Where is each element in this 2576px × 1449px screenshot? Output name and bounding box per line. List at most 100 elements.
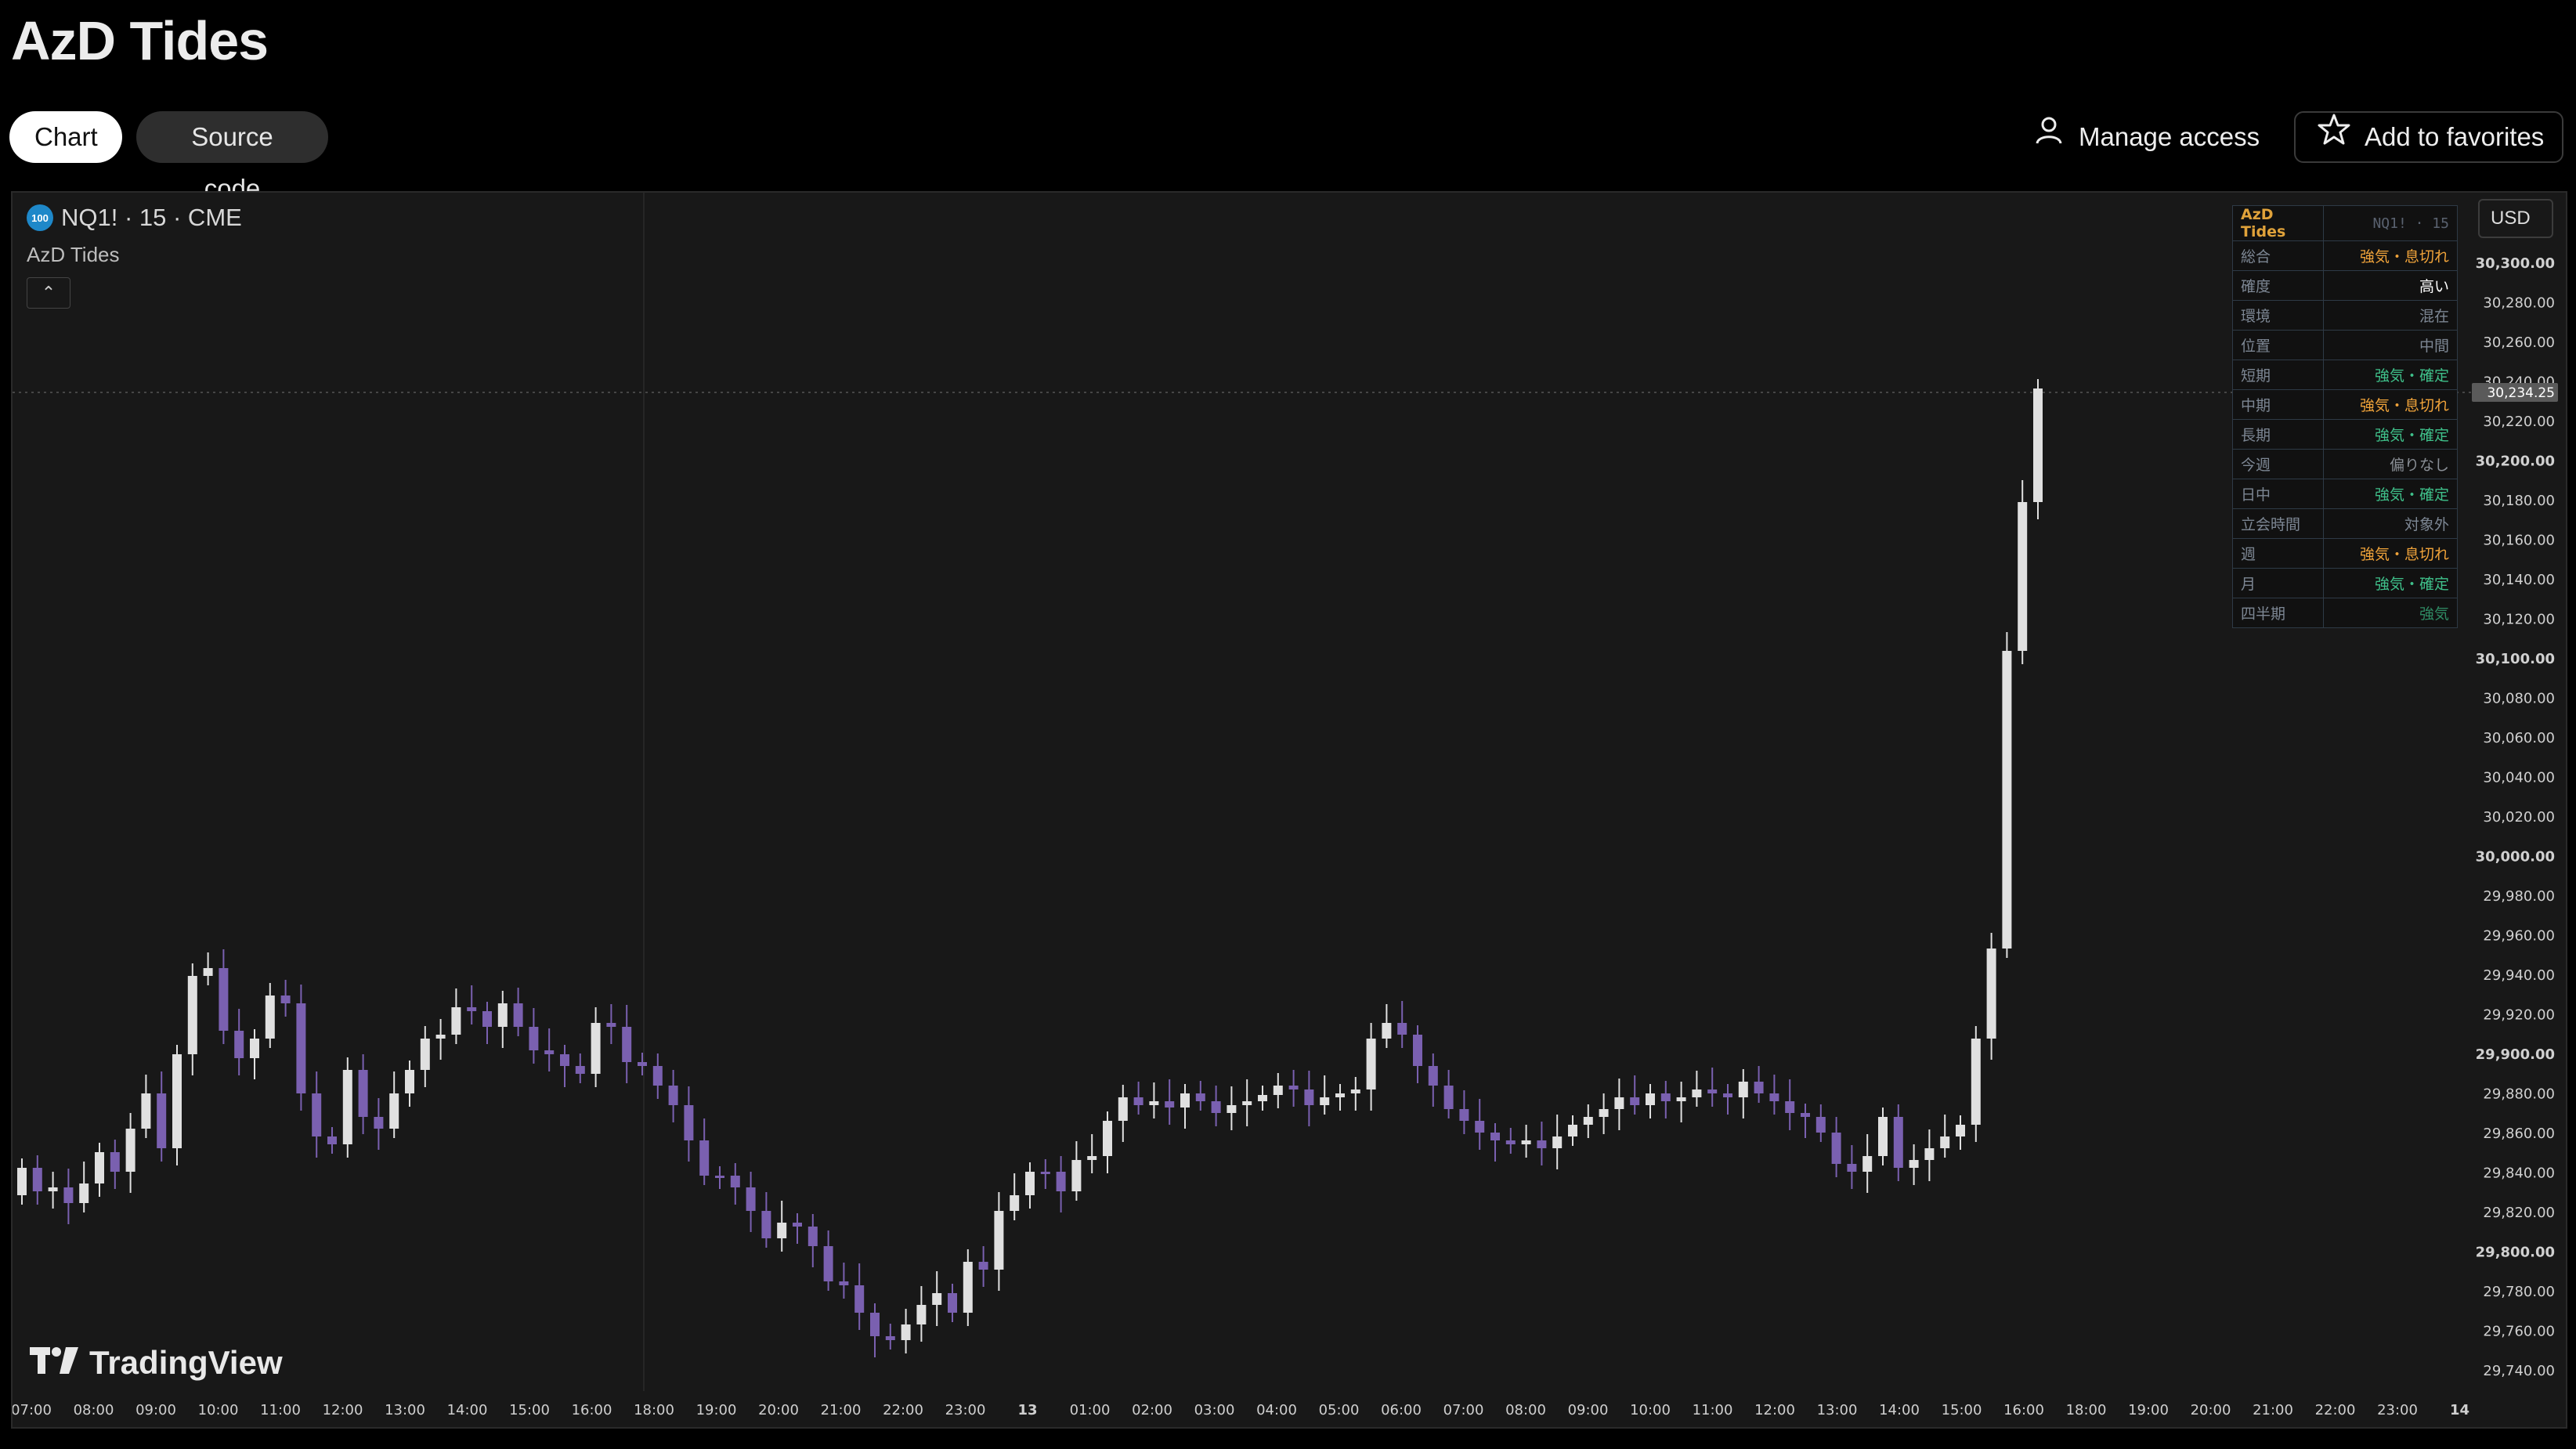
candle-body (1769, 1093, 1779, 1101)
indicator-name[interactable]: AzD Tides (27, 243, 120, 267)
info-table-label: 月 (2232, 568, 2324, 598)
candle-body (1599, 1109, 1609, 1117)
time-axis-label: 22:00 (883, 1402, 923, 1418)
candle-body (250, 1039, 259, 1058)
candle-body (1785, 1101, 1795, 1113)
symbol-header[interactable]: 100 NQ1! · 15 · CME (27, 204, 242, 232)
info-table-label: 週 (2232, 538, 2324, 569)
time-axis-label: 19:00 (2128, 1402, 2169, 1418)
time-axis-label: 08:00 (1505, 1402, 1546, 1418)
candle-body (1413, 1035, 1422, 1066)
candle-body (1614, 1097, 1624, 1109)
price-axis-label: 29,800.00 (2476, 1245, 2555, 1261)
currency-selector[interactable]: USD (2478, 199, 2553, 238)
candle-body (1801, 1113, 1810, 1117)
candle-body (157, 1093, 167, 1148)
symbol-info[interactable]: NQ1! · 15 · CME (61, 204, 242, 232)
candle-body (1428, 1066, 1438, 1086)
tab-chart[interactable]: Chart (9, 111, 122, 163)
time-axis-label: 05:00 (1319, 1402, 1360, 1418)
price-axis-label: 30,280.00 (2483, 295, 2555, 312)
time-axis-label: 10:00 (198, 1402, 239, 1418)
chart-panel[interactable]: 30,300.00 30,280.00 30,260.00 30,240.00 30,2… (11, 191, 2567, 1429)
candle-body (807, 1227, 818, 1246)
info-table-row: 確度 高い (2232, 270, 2458, 301)
candle-body (1320, 1097, 1330, 1105)
candle-body (1754, 1082, 1764, 1093)
time-axis-label: 13:00 (385, 1402, 425, 1418)
candle-body (435, 1035, 446, 1039)
info-table-row: 短期 強気・確定 (2232, 360, 2458, 390)
info-table-symbol: NQ1! · 15 (2323, 205, 2458, 241)
candle-body (342, 1070, 352, 1144)
info-table-value: 強気・息切れ (2323, 389, 2458, 420)
candle-body (560, 1054, 569, 1066)
candle-body (110, 1152, 120, 1172)
price-axis-label: 30,160.00 (2483, 533, 2555, 549)
info-table-value: 強気・息切れ (2323, 538, 2458, 569)
collapse-chevron-icon[interactable]: ⌃ (27, 277, 70, 309)
time-axis-label: 16:00 (572, 1402, 612, 1418)
price-axis-label: 29,920.00 (2483, 1007, 2555, 1024)
candle-body (1366, 1039, 1376, 1089)
last-price-label: 30,234.25 (2487, 385, 2555, 401)
price-axis-label: 29,880.00 (2483, 1086, 2555, 1103)
info-table-header: AzD Tides NQ1! · 15 (2232, 205, 2458, 241)
candle-body (1010, 1195, 1020, 1211)
candle-body (793, 1223, 802, 1227)
time-axis-label: 10:00 (1630, 1402, 1671, 1418)
candle-body (513, 1003, 523, 1027)
candle-body (1118, 1097, 1128, 1121)
info-table-row: 週強気・息切れ (2232, 538, 2458, 569)
tradingview-wordmark: TradingView (89, 1344, 283, 1381)
time-axis-label: 23:00 (945, 1402, 986, 1418)
candle-body (1475, 1121, 1485, 1133)
time-axis-label: 14 (2450, 1402, 2469, 1418)
info-table-label: 確度 (2232, 270, 2324, 301)
candle-body (63, 1187, 74, 1203)
price-axis-label: 29,940.00 (2483, 967, 2555, 984)
candle-body (1211, 1101, 1221, 1113)
candle-body (916, 1305, 927, 1324)
candle-body (978, 1262, 988, 1270)
candle-body (699, 1140, 710, 1176)
time-axis-label: 03:00 (1194, 1402, 1235, 1418)
add-to-favorites-button[interactable]: Add to favorites (2294, 111, 2563, 163)
price-axis-label: 30,200.00 (2476, 453, 2555, 470)
candle-body (2018, 502, 2028, 651)
candle-body (622, 1027, 632, 1062)
candle-body (839, 1281, 849, 1285)
price-axis-label: 30,180.00 (2483, 493, 2555, 509)
candle-body (885, 1336, 895, 1340)
candle-body (1335, 1093, 1345, 1097)
candle-body (715, 1176, 724, 1178)
add-to-favorites-label: Add to favorites (2365, 122, 2545, 151)
info-table-label: 日中 (2232, 479, 2324, 509)
candle-body (1956, 1125, 1965, 1136)
tab-source-code[interactable]: Source code (136, 111, 328, 203)
time-axis-label: 06:00 (1381, 1402, 1422, 1418)
candle-body (1707, 1089, 1718, 1093)
candlestick-chart[interactable]: 30,300.0030,280.0030,260.0030,240.0030,2… (13, 193, 2567, 1429)
candle-body (141, 1093, 151, 1129)
candle-body (312, 1093, 322, 1136)
candle-body (95, 1152, 104, 1183)
info-table-row: 位置 中間 (2232, 330, 2458, 360)
info-table-value: 強気・確定 (2323, 360, 2458, 390)
tradingview-logo[interactable]: TradingView (30, 1344, 283, 1382)
time-axis-label: 21:00 (821, 1402, 862, 1418)
manage-access-button[interactable]: Manage access (2033, 111, 2260, 163)
info-table-title: AzD Tides (2232, 205, 2324, 241)
candle-body (1630, 1097, 1640, 1105)
price-axis-label: 29,960.00 (2483, 928, 2555, 945)
price-axis-label: 29,900.00 (2476, 1046, 2555, 1063)
time-axis-label: 20:00 (758, 1402, 799, 1418)
candle-body (1924, 1148, 1935, 1160)
time-axis-label: 12:00 (323, 1402, 363, 1418)
time-axis-label: 15:00 (509, 1402, 550, 1418)
time-axis-label: 11:00 (260, 1402, 301, 1418)
candle-body (32, 1168, 42, 1191)
candle-body (420, 1039, 430, 1070)
candle-body (389, 1093, 399, 1129)
price-axis-label: 30,080.00 (2483, 691, 2555, 707)
